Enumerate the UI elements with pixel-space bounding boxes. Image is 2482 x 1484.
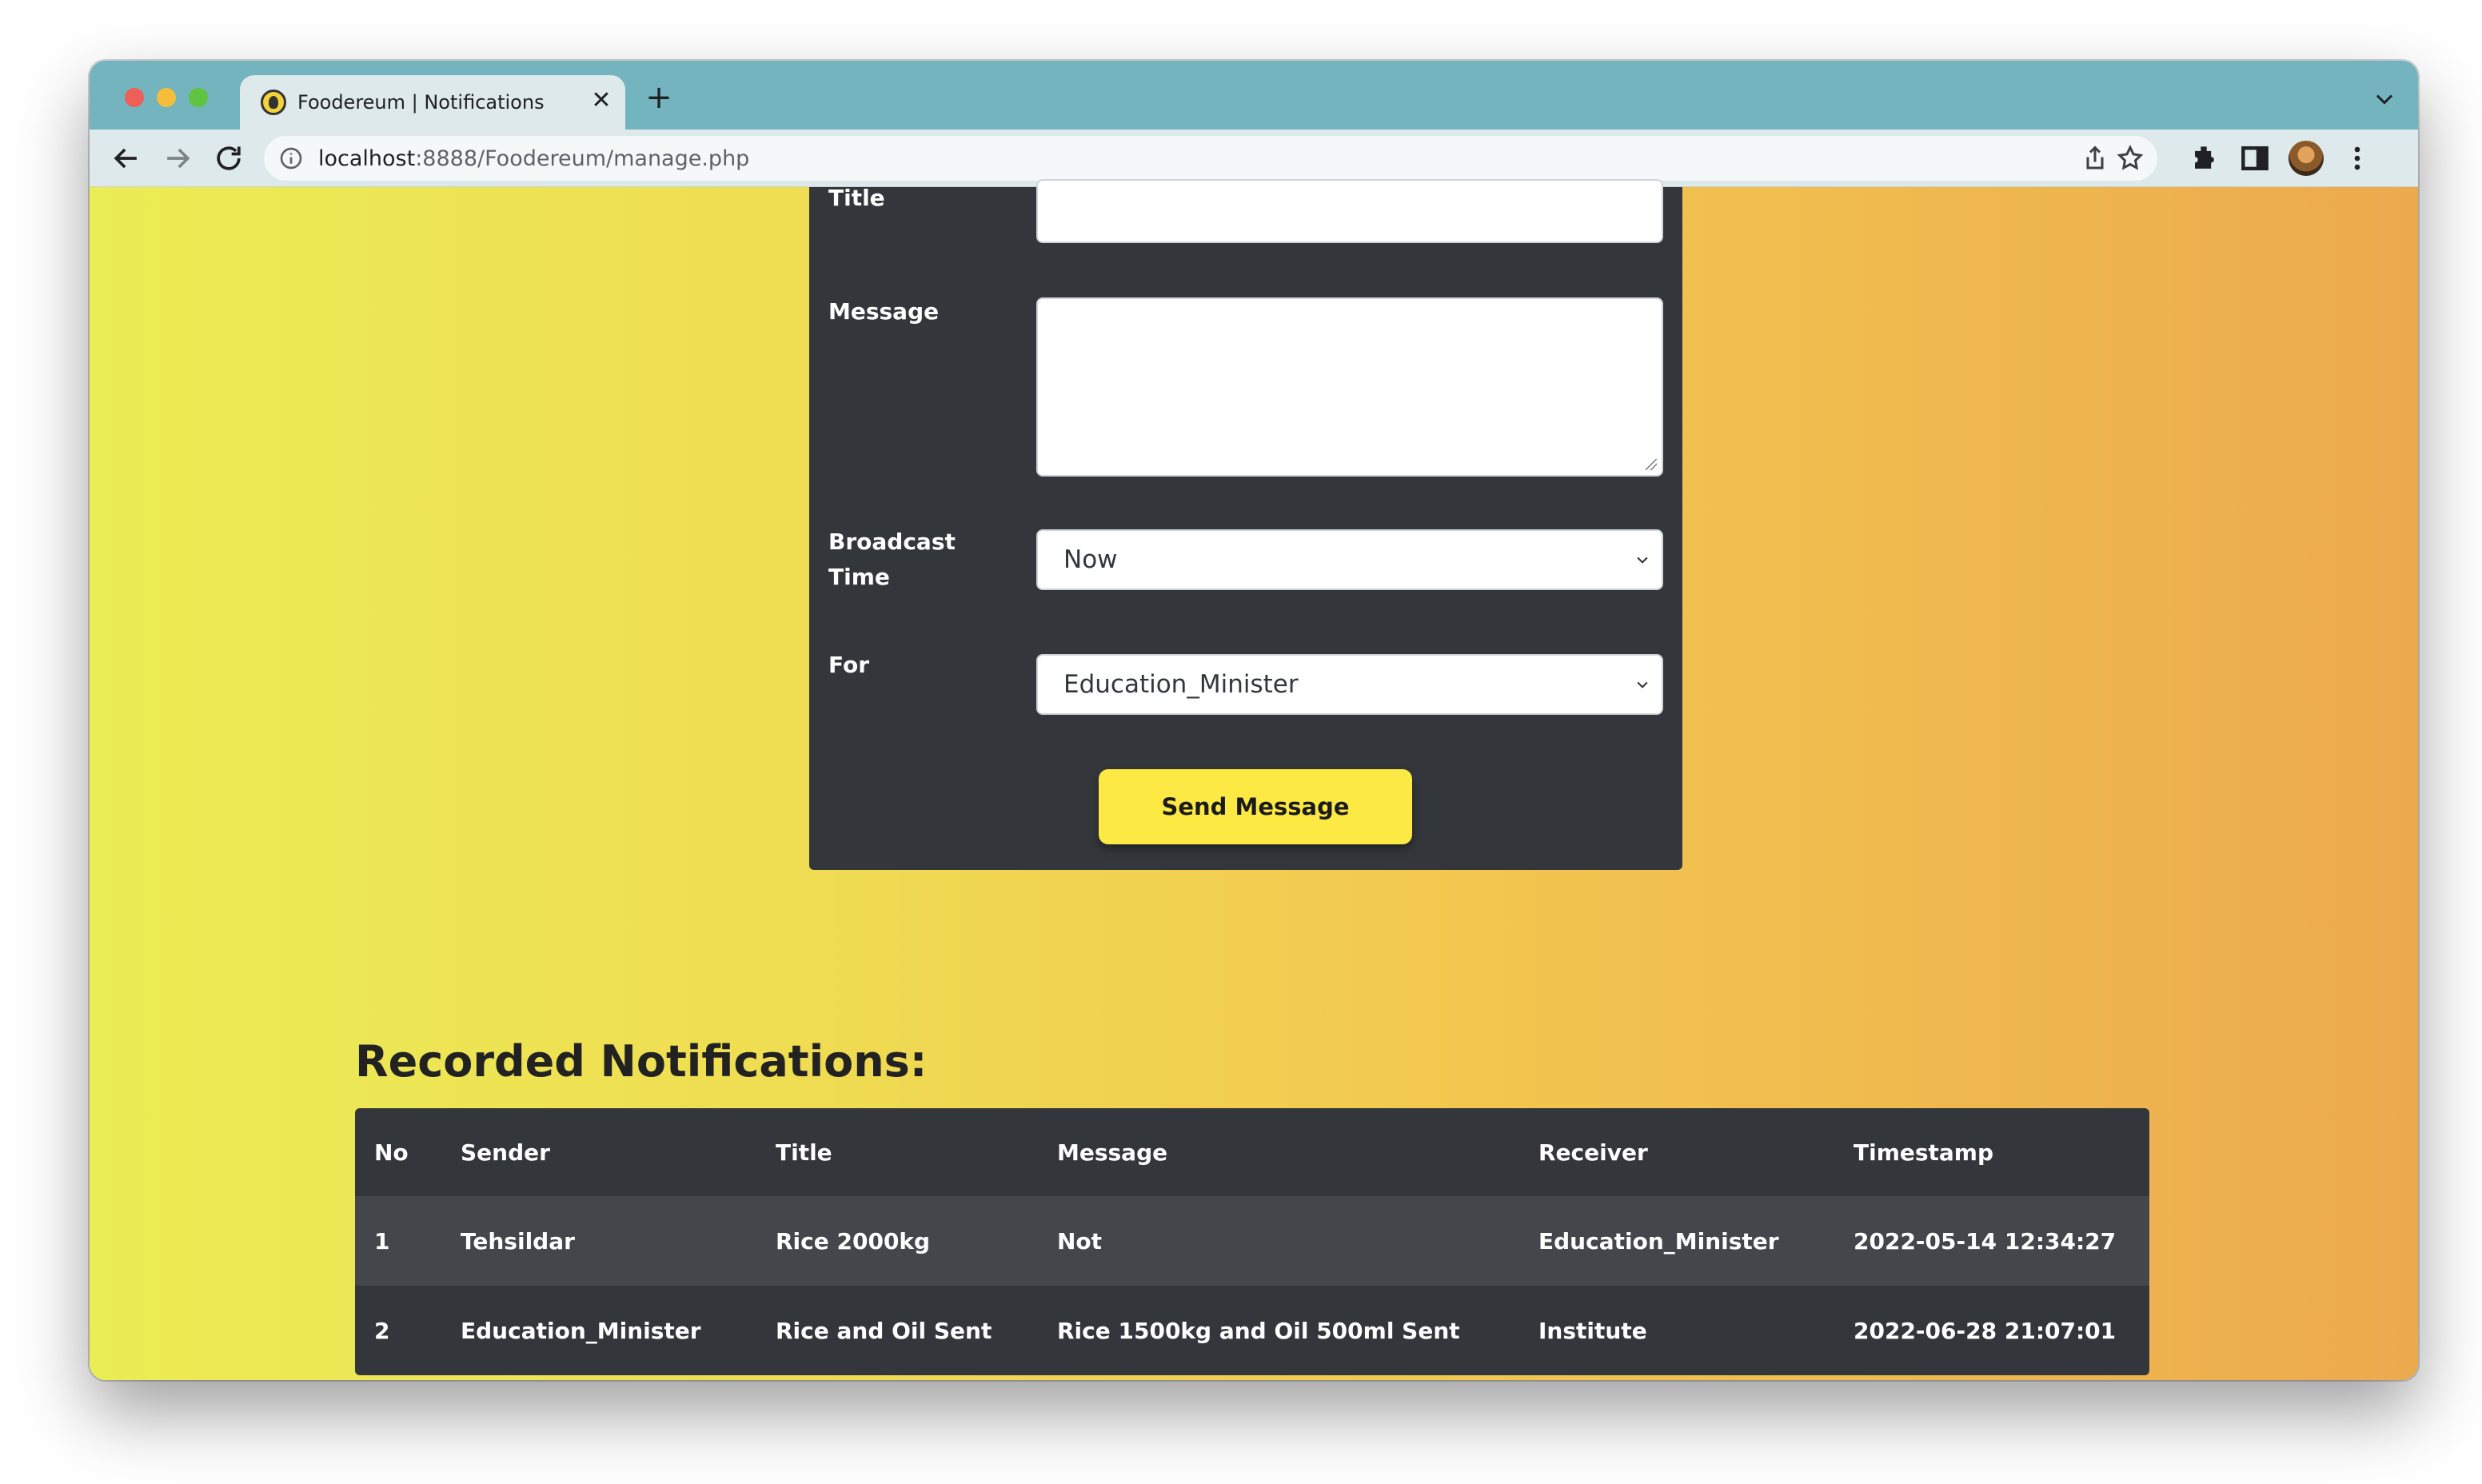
minimize-window-button[interactable] [157,88,176,107]
back-arrow-icon[interactable] [109,141,144,176]
foodereum-favicon-icon [261,90,286,115]
cell-no: 2 [374,1317,390,1344]
tab-close-icon[interactable]: ✕ [587,86,616,115]
cell-timestamp: 2022-06-28 21:07:01 [1854,1317,2117,1344]
new-tab-button[interactable]: + [641,80,676,115]
forward-arrow-icon[interactable] [160,141,195,176]
browser-window: Foodereum | Notifications ✕ + localhost:… [90,61,2418,1380]
column-header-timestamp: Timestamp [1854,1139,1994,1166]
url-path: :8888/Foodereum/manage.php [415,146,750,171]
broadcast-time-value: Now [1063,545,1118,574]
chevron-down-icon [1637,681,1648,688]
table-row: 2 Education_Minister Rice and Oil Sent R… [355,1286,2149,1375]
url-text: localhost:8888/Foodereum/manage.php [318,146,749,171]
resize-grip-icon[interactable] [1646,459,1657,470]
receiver-value: Education_Minister [1063,670,1299,699]
tab-foodereum[interactable]: Foodereum | Notifications ✕ [240,75,625,130]
notification-form: Title Message Broadcast Time Now For Edu… [809,179,1682,870]
reload-icon[interactable] [211,141,246,176]
site-info-icon[interactable] [278,146,304,171]
side-panel-icon[interactable] [2237,141,2273,176]
bookmark-star-icon[interactable] [2116,144,2145,173]
table-header-row: No Sender Title Message Receiver Timesta… [355,1108,2149,1196]
share-icon[interactable] [2081,144,2109,173]
cell-message: Not [1057,1227,1103,1255]
send-message-button[interactable]: Send Message [1099,769,1412,844]
cell-receiver: Institute [1538,1317,1647,1344]
column-header-receiver: Receiver [1538,1139,1648,1166]
table-row: 1 Tehsildar Rice 2000kg Not Education_Mi… [355,1196,2149,1286]
column-header-sender: Sender [461,1139,550,1166]
broadcast-time-label: Broadcast Time [828,529,956,590]
page-content: Title Message Broadcast Time Now For Edu… [90,179,2418,1380]
column-header-title: Title [776,1139,832,1166]
extensions-puzzle-icon[interactable] [2186,141,2221,176]
tab-search-chevron-icon[interactable] [2370,85,2399,114]
tab-title: Foodereum | Notifications [297,91,545,114]
message-label: Message [828,298,940,325]
for-label: For [828,652,870,678]
url-host: localhost [318,146,416,171]
notifications-table: No Sender Title Message Receiver Timesta… [355,1108,2149,1375]
cell-title: Rice and Oil Sent [776,1317,992,1344]
cell-timestamp: 2022-05-14 12:34:27 [1854,1227,2117,1255]
title-input[interactable] [1036,179,1663,243]
broadcast-time-select[interactable]: Now [1036,529,1663,590]
cell-receiver: Education_Minister [1538,1227,1779,1255]
cell-sender: Education_Minister [461,1317,701,1344]
tab-strip: Foodereum | Notifications ✕ + [90,61,2418,130]
cell-no: 1 [374,1227,390,1255]
more-menu-icon[interactable] [2340,141,2375,176]
cell-sender: Tehsildar [461,1227,575,1255]
recorded-notifications-heading: Recorded Notifications: [355,1036,928,1087]
cell-title: Rice 2000kg [776,1227,931,1255]
maximize-window-button[interactable] [189,88,208,107]
profile-avatar[interactable] [2288,141,2324,176]
close-window-button[interactable] [125,88,144,107]
address-bar[interactable]: localhost:8888/Foodereum/manage.php [264,136,2157,181]
cell-message: Rice 1500kg and Oil 500ml Sent [1057,1317,1460,1344]
chevron-down-icon [1637,556,1648,564]
message-textarea[interactable] [1036,297,1663,477]
column-header-no: No [374,1139,409,1166]
receiver-select[interactable]: Education_Minister [1036,654,1663,715]
column-header-message: Message [1057,1139,1168,1166]
title-label: Title [828,185,885,211]
